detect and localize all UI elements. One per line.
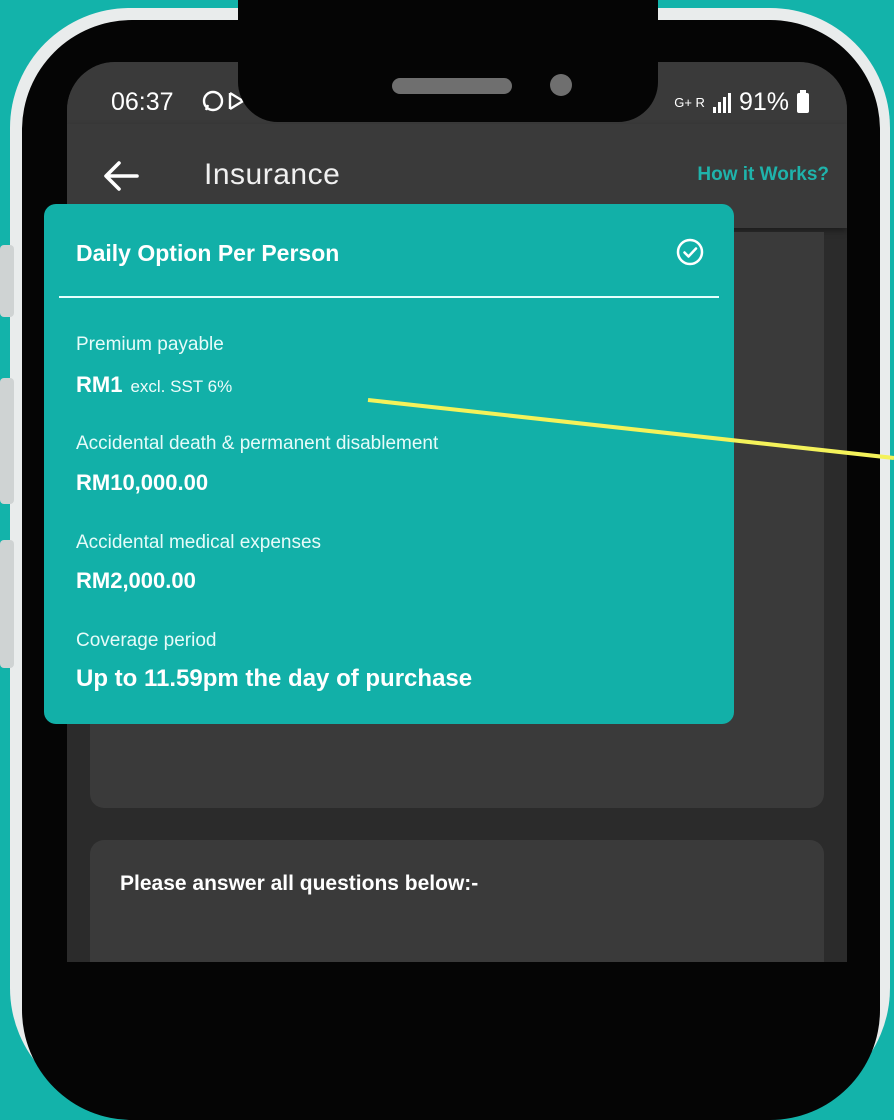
phone-speaker bbox=[392, 78, 512, 94]
signal-icon bbox=[712, 92, 731, 113]
side-button bbox=[0, 378, 14, 504]
how-it-works-link[interactable]: How it Works? bbox=[697, 164, 829, 186]
check-circle-icon bbox=[676, 238, 704, 266]
battery-percent: 91% bbox=[738, 88, 789, 116]
network-type: G+ R bbox=[674, 95, 705, 110]
side-button bbox=[0, 245, 14, 317]
status-time: 06:37 bbox=[111, 88, 174, 116]
card-title: Daily Option Per Person bbox=[76, 240, 340, 266]
questions-section: Please answer all questions below:- bbox=[90, 840, 824, 962]
side-button bbox=[0, 540, 14, 668]
back-arrow-icon[interactable] bbox=[101, 156, 141, 196]
medical-expenses-value: RM2,000.00 bbox=[76, 568, 196, 593]
coverage-period-label: Coverage period bbox=[76, 630, 217, 651]
premium-payable-value: RM1 excl. SST 6% bbox=[76, 372, 232, 398]
premium-amount: RM1 bbox=[76, 372, 123, 397]
page-title: Insurance bbox=[204, 158, 341, 191]
daily-option-card[interactable]: Daily Option Per Person Premium payable … bbox=[44, 204, 734, 724]
medical-expenses-label: Accidental medical expenses bbox=[76, 532, 322, 553]
premium-tax-note: excl. SST 6% bbox=[130, 377, 233, 396]
accidental-death-label: Accidental death & permanent disablement bbox=[76, 433, 439, 454]
premium-payable-label: Premium payable bbox=[76, 334, 224, 355]
battery-icon bbox=[797, 89, 809, 113]
phone-notch bbox=[238, 0, 658, 122]
accidental-death-value: RM10,000.00 bbox=[76, 470, 209, 495]
coverage-period-value: Up to 11.59pm the day of purchase bbox=[76, 665, 473, 692]
card-divider bbox=[59, 296, 719, 298]
phone-camera bbox=[550, 74, 572, 96]
questions-title: Please answer all questions below:- bbox=[120, 872, 479, 895]
status-right: G+ R 91% bbox=[674, 88, 809, 117]
